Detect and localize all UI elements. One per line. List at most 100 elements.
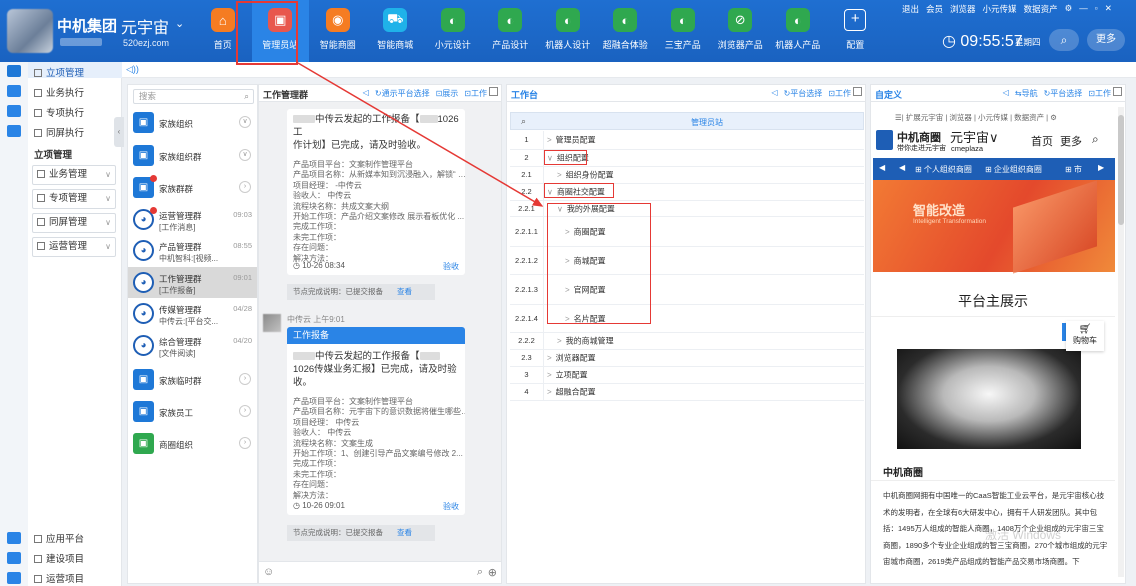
contact-row[interactable]: ▣ 家族组织 ∨	[128, 107, 257, 138]
tree-row[interactable]: 1 > 管理员配置	[510, 131, 864, 150]
nav-item-8[interactable]: ◐ 三宝产品	[654, 0, 712, 62]
nav-item-10[interactable]: ◐ 机器人产品	[769, 0, 827, 62]
maximize-icon[interactable]	[853, 87, 862, 96]
contact-row[interactable]: ◕ 工作管理群 [工作报备] 09:01	[128, 267, 257, 298]
sidebar-item-screen-exec[interactable]: 同屏执行	[34, 125, 84, 139]
tree-row[interactable]: 4 > 超融合配置	[510, 384, 864, 401]
top-link[interactable]: —	[1079, 3, 1088, 15]
chevron-right-icon[interactable]: >	[557, 337, 562, 346]
nav-item-6[interactable]: ◐ 机器人设计	[539, 0, 597, 62]
top-link[interactable]: 数据资产	[1024, 3, 1058, 15]
sidebar-box-special[interactable]: 专项管理 ∨	[32, 189, 116, 209]
search-icon[interactable]: ⌕	[1092, 132, 1099, 147]
panel-tool[interactable]: ↻平台选择	[1044, 88, 1083, 99]
top-link[interactable]: ▫	[1095, 3, 1098, 15]
maximize-icon[interactable]	[1113, 87, 1122, 96]
monitor-icon[interactable]	[7, 85, 21, 97]
tab-personal[interactable]: ⊞ 个人组织商圈	[915, 164, 972, 175]
panel-tool[interactable]: ⊡工作	[828, 88, 851, 99]
sidebar-item-project[interactable]: 立项管理	[34, 65, 84, 79]
chevron-right-icon[interactable]: >	[547, 136, 552, 145]
sidebar-box-operation[interactable]: 运营管理 ∨	[32, 237, 116, 257]
emoji-icon[interactable]: ☺	[263, 566, 274, 578]
panel-tool[interactable]: ⊡工作	[1088, 88, 1111, 99]
tenant-name[interactable]: 元宇宙	[121, 14, 169, 38]
chevron-icon[interactable]: ›	[239, 373, 251, 385]
list-icon[interactable]	[7, 552, 21, 564]
more-button[interactable]: 更多	[1087, 29, 1125, 51]
nav-item-5[interactable]: ◐ 产品设计	[482, 0, 540, 62]
nav-item-2[interactable]: ◉ 智能商圈	[309, 0, 367, 62]
site-more-link[interactable]: 更多	[1060, 133, 1082, 149]
contact-row[interactable]: ◕ 综合管理群 [文件阅读] 04/20	[128, 330, 257, 361]
cube-icon[interactable]	[7, 532, 21, 544]
chevron-icon[interactable]: ∨	[239, 116, 251, 128]
panel-tool[interactable]: ⊡展示	[436, 88, 459, 99]
panel-tool[interactable]: ⊡工作	[464, 88, 487, 99]
nav-item-3[interactable]: ⛟ 智能商城	[367, 0, 425, 62]
sidebar-item-app-platform[interactable]: 应用平台	[34, 531, 84, 545]
sidebar-item-build-project[interactable]: 建设项目	[34, 551, 84, 565]
contact-row[interactable]: ◕ 产品管理群 中机智科:[视频... 08:55	[128, 235, 257, 266]
view-link[interactable]: 查看	[397, 528, 412, 537]
top-link[interactable]: 退出	[902, 3, 919, 15]
camera-icon[interactable]	[7, 572, 21, 584]
panel-tool[interactable]: ◁	[363, 88, 369, 99]
report-card-2[interactable]: 工作报备 中传云发起的工作报备【 1026传媒业务汇报】已完成，请及时验收。 产品…	[287, 327, 465, 515]
nav-item-11[interactable]: + 配置	[827, 0, 885, 62]
tree-row[interactable]: 2.2.2 > 我的商城管理	[510, 333, 864, 350]
sidebar-item-business-exec[interactable]: 业务执行	[34, 85, 84, 99]
panel-tool[interactable]: ◁	[771, 88, 777, 99]
maximize-icon[interactable]	[489, 87, 498, 96]
sidebar-box-screen[interactable]: 同屏管理 ∨	[32, 213, 116, 233]
chevron-right-icon[interactable]: >	[547, 371, 552, 380]
chat-input-bar[interactable]: ☺ ⌕ ⊕	[259, 561, 501, 583]
top-link[interactable]: ⚙	[1065, 3, 1073, 15]
scrollbar-thumb[interactable]	[1118, 115, 1124, 225]
add-icon[interactable]: ⊕	[488, 566, 497, 579]
contact-row[interactable]: ▣ 家族群群 ›	[128, 172, 257, 203]
prev-icon[interactable]: ◀	[879, 163, 885, 172]
display-icon[interactable]	[7, 125, 21, 137]
contact-row[interactable]: ▣ 家族临时群 ›	[128, 364, 257, 395]
panel-tool[interactable]: ↻通示平台选择	[375, 88, 430, 99]
prev-icon[interactable]: ◀	[899, 163, 905, 172]
nav-item-4[interactable]: ◐ 小元设计	[424, 0, 482, 62]
search-button[interactable]: ⌕	[1049, 29, 1079, 51]
sidebar-item-special-exec[interactable]: 专项执行	[34, 105, 84, 119]
tab-enterprise[interactable]: ⊞ 企业组织商圈	[985, 164, 1042, 175]
sidebar-collapse-handle[interactable]: ‹	[114, 117, 124, 147]
chevron-right-icon[interactable]: >	[557, 171, 562, 180]
chevron-right-icon[interactable]: >	[547, 388, 552, 397]
top-link[interactable]: ✕	[1105, 3, 1112, 15]
user-avatar[interactable]	[7, 9, 53, 53]
cart-button[interactable]: 🛒︎ 购物车	[1066, 321, 1104, 351]
tree-row[interactable]: 2.1 > 组织身份配置	[510, 167, 864, 184]
tree-row[interactable]: 2.3 > 浏览器配置	[510, 350, 864, 367]
search-icon[interactable]: ⌕	[521, 116, 526, 127]
view-link[interactable]: 查看	[397, 287, 412, 296]
contact-row[interactable]: ▣ 家族员工 ›	[128, 396, 257, 427]
accept-link[interactable]: 验收	[443, 261, 459, 272]
tree-row[interactable]: 3 > 立项配置	[510, 367, 864, 384]
sidebar-box-business[interactable]: 业务管理 ∨	[32, 165, 116, 185]
top-link[interactable]: 浏览器	[950, 3, 976, 15]
custom-links[interactable]: ☰| 扩展元宇宙 | 浏览器 | 小元传媒 | 数据资产 | ⚙	[895, 112, 1057, 123]
panel-tool[interactable]: ⇆导航	[1015, 88, 1038, 99]
contact-row[interactable]: ▣ 商圈组织 ›	[128, 428, 257, 459]
tab-city[interactable]: ⊞ 市	[1065, 164, 1082, 175]
chevron-right-icon[interactable]: >	[547, 354, 552, 363]
next-icon[interactable]: ▶	[1098, 163, 1104, 172]
nav-item-9[interactable]: ⊘ 浏览器产品	[712, 0, 770, 62]
report-card[interactable]: 中传云发起的工作报备【 1026工 作计划】已完成，请及时验收。 产品项目平台：文案…	[287, 109, 465, 275]
chevron-icon[interactable]: ›	[239, 405, 251, 417]
accept-link[interactable]: 验收	[443, 501, 459, 512]
chart-icon[interactable]	[7, 105, 21, 117]
contact-row[interactable]: ▣ 家族组织群 ∨	[128, 140, 257, 171]
site-home-link[interactable]: 首页	[1031, 133, 1053, 149]
top-link[interactable]: 会员	[926, 3, 943, 15]
contact-row[interactable]: ◕ 传媒管理群 中传云:[平台交... 04/28	[128, 298, 257, 329]
chevron-down-icon[interactable]: ⌄	[175, 17, 184, 30]
contact-search-input[interactable]: 搜索 ⌕	[133, 89, 254, 104]
top-link[interactable]: 小元传媒	[983, 3, 1017, 15]
